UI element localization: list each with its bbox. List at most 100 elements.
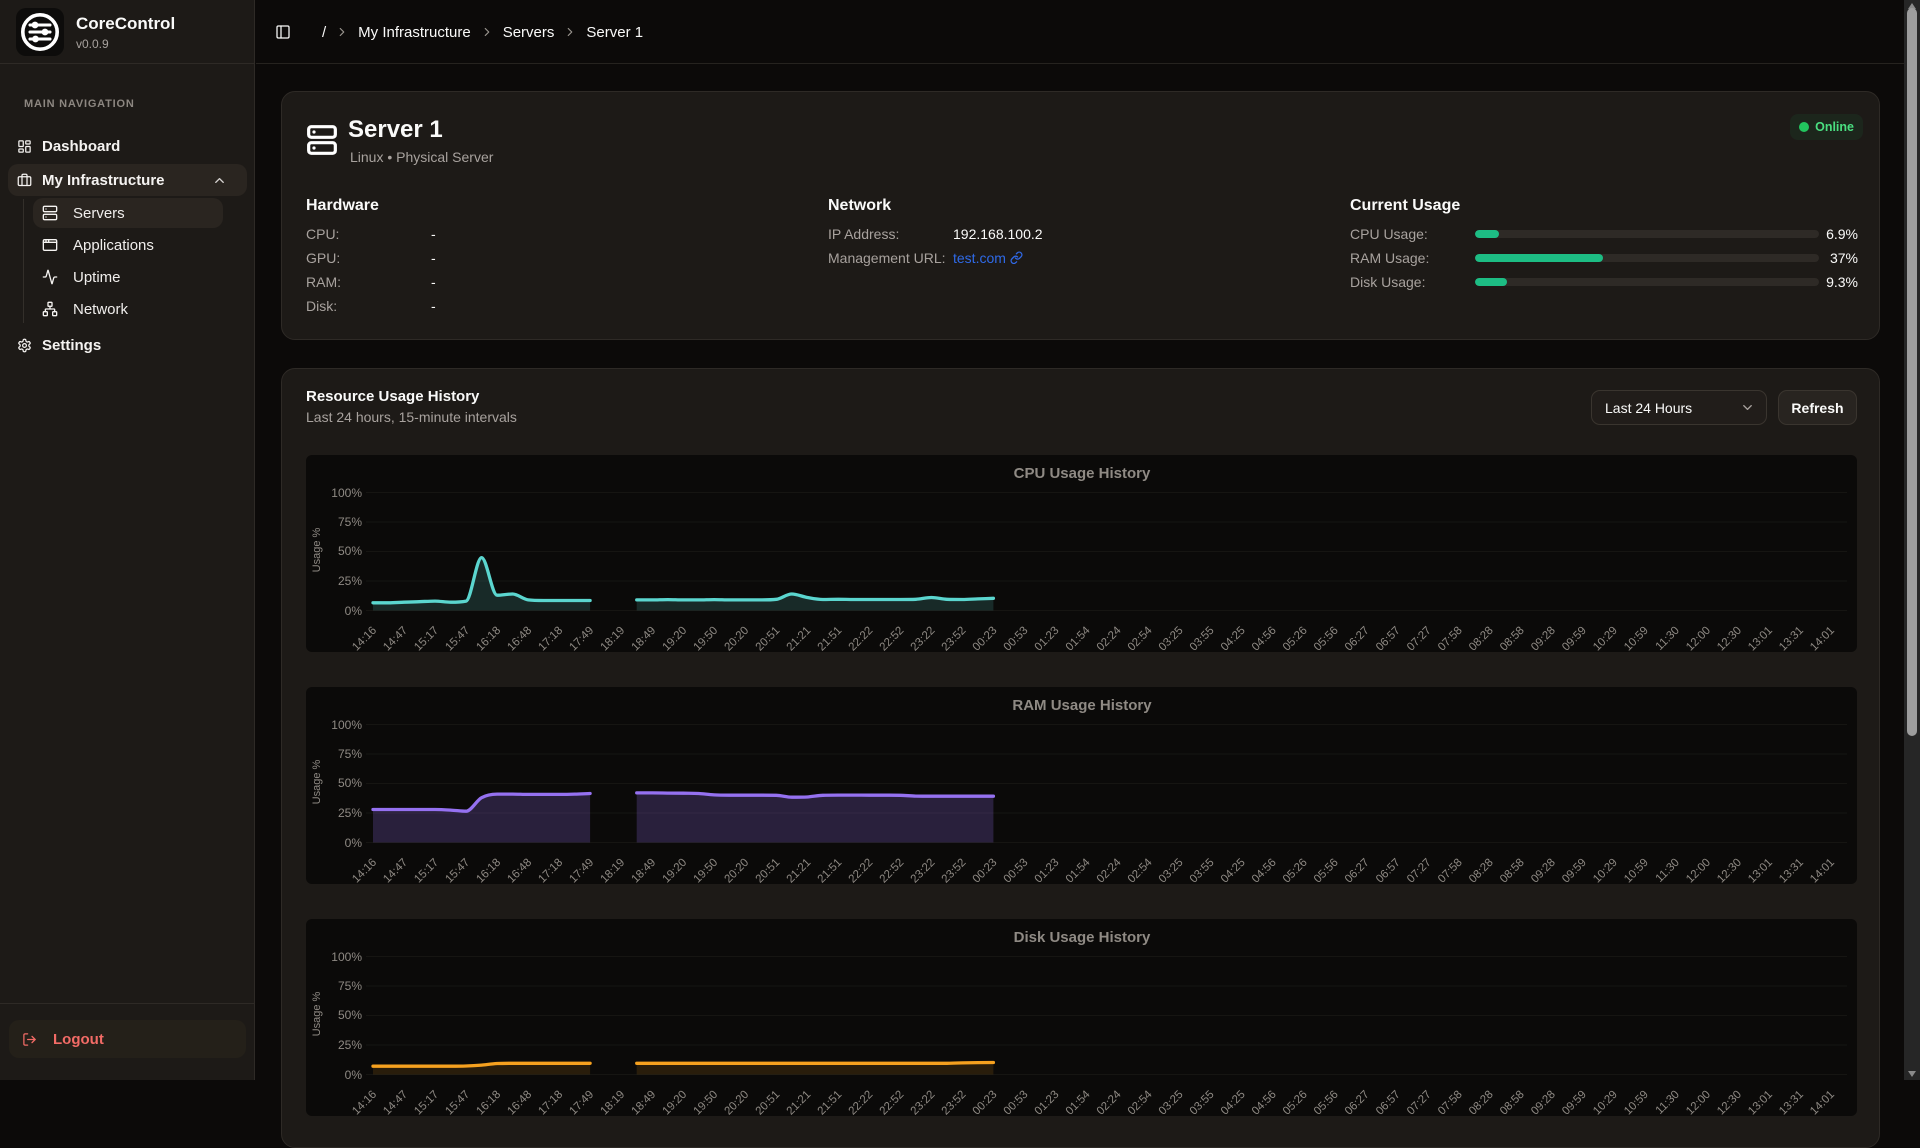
svg-text:50%: 50% — [338, 776, 362, 790]
svg-text:0%: 0% — [345, 604, 363, 618]
svg-text:19:20: 19:20 — [660, 1089, 689, 1116]
svg-text:22:52: 22:52 — [878, 1089, 907, 1116]
svg-text:14:47: 14:47 — [381, 1089, 410, 1116]
svg-text:20:20: 20:20 — [722, 1089, 751, 1116]
svg-text:18:19: 18:19 — [598, 857, 627, 884]
svg-text:23:52: 23:52 — [940, 625, 969, 652]
svg-text:20:20: 20:20 — [722, 857, 751, 884]
svg-text:14:16: 14:16 — [350, 1089, 379, 1116]
svg-text:11:30: 11:30 — [1654, 1089, 1682, 1116]
svg-text:10:29: 10:29 — [1591, 625, 1620, 652]
svg-text:05:56: 05:56 — [1312, 857, 1341, 884]
svg-text:06:27: 06:27 — [1343, 1089, 1372, 1116]
svg-text:04:56: 04:56 — [1250, 625, 1279, 652]
svg-text:07:58: 07:58 — [1436, 857, 1465, 884]
svg-text:13:01: 13:01 — [1746, 1089, 1775, 1116]
svg-text:22:22: 22:22 — [847, 857, 876, 884]
svg-text:17:18: 17:18 — [536, 857, 565, 884]
svg-text:Usage %: Usage % — [311, 991, 323, 1036]
svg-text:17:18: 17:18 — [536, 1089, 565, 1116]
svg-text:18:49: 18:49 — [629, 857, 658, 884]
svg-text:21:51: 21:51 — [816, 857, 845, 884]
svg-text:03:25: 03:25 — [1157, 1089, 1186, 1116]
svg-text:25%: 25% — [338, 1038, 362, 1052]
svg-text:15:47: 15:47 — [443, 625, 472, 652]
svg-text:01:54: 01:54 — [1064, 1088, 1093, 1116]
svg-text:06:57: 06:57 — [1374, 625, 1403, 652]
svg-text:14:01: 14:01 — [1808, 857, 1837, 884]
svg-text:75%: 75% — [338, 515, 362, 529]
svg-text:03:55: 03:55 — [1188, 1089, 1217, 1116]
svg-text:14:16: 14:16 — [350, 625, 379, 652]
svg-text:10:29: 10:29 — [1591, 1089, 1620, 1116]
svg-text:13:31: 13:31 — [1777, 1089, 1806, 1116]
svg-text:09:28: 09:28 — [1529, 1089, 1558, 1116]
svg-text:20:20: 20:20 — [722, 625, 751, 652]
svg-text:17:49: 17:49 — [567, 1089, 596, 1116]
svg-text:00:53: 00:53 — [1002, 857, 1031, 884]
svg-text:17:49: 17:49 — [567, 625, 596, 652]
svg-text:08:28: 08:28 — [1467, 1089, 1496, 1116]
svg-text:17:18: 17:18 — [536, 625, 565, 652]
svg-text:13:31: 13:31 — [1777, 625, 1806, 652]
svg-text:12:30: 12:30 — [1715, 1089, 1744, 1116]
svg-text:16:48: 16:48 — [505, 1089, 534, 1116]
svg-text:21:21: 21:21 — [785, 1089, 814, 1116]
svg-text:07:27: 07:27 — [1405, 857, 1434, 884]
svg-text:08:28: 08:28 — [1467, 857, 1496, 884]
svg-text:06:57: 06:57 — [1374, 857, 1403, 884]
svg-text:08:58: 08:58 — [1498, 625, 1527, 652]
svg-text:15:17: 15:17 — [412, 1089, 441, 1116]
svg-text:22:22: 22:22 — [847, 625, 876, 652]
svg-text:07:27: 07:27 — [1405, 1089, 1434, 1116]
svg-text:07:27: 07:27 — [1405, 625, 1434, 652]
svg-text:18:19: 18:19 — [598, 625, 627, 652]
svg-text:12:00: 12:00 — [1684, 857, 1713, 884]
svg-text:Usage %: Usage % — [311, 759, 323, 804]
svg-text:16:18: 16:18 — [474, 625, 503, 652]
svg-text:100%: 100% — [331, 486, 362, 500]
svg-text:17:49: 17:49 — [567, 857, 596, 884]
svg-text:CPU Usage History: CPU Usage History — [1014, 465, 1151, 482]
svg-text:12:30: 12:30 — [1715, 625, 1744, 652]
svg-text:50%: 50% — [338, 544, 362, 558]
svg-text:09:28: 09:28 — [1529, 857, 1558, 884]
svg-text:15:47: 15:47 — [443, 857, 472, 884]
svg-text:04:25: 04:25 — [1219, 857, 1248, 884]
svg-text:18:49: 18:49 — [629, 625, 658, 652]
svg-text:14:47: 14:47 — [381, 857, 410, 884]
svg-text:19:20: 19:20 — [660, 625, 689, 652]
svg-text:16:48: 16:48 — [505, 857, 534, 884]
svg-text:12:30: 12:30 — [1715, 857, 1744, 884]
svg-text:01:54: 01:54 — [1064, 856, 1093, 884]
svg-text:13:01: 13:01 — [1746, 857, 1775, 884]
svg-text:00:53: 00:53 — [1002, 625, 1031, 652]
svg-text:03:25: 03:25 — [1157, 857, 1186, 884]
svg-text:18:49: 18:49 — [629, 1089, 658, 1116]
svg-text:14:16: 14:16 — [350, 857, 379, 884]
svg-text:22:52: 22:52 — [878, 857, 907, 884]
svg-text:21:51: 21:51 — [816, 625, 845, 652]
svg-text:10:59: 10:59 — [1622, 857, 1651, 884]
svg-text:04:56: 04:56 — [1250, 1089, 1279, 1116]
svg-text:01:23: 01:23 — [1033, 625, 1062, 652]
svg-text:100%: 100% — [331, 950, 362, 964]
svg-text:21:21: 21:21 — [785, 857, 814, 884]
svg-text:16:18: 16:18 — [474, 857, 503, 884]
svg-text:01:23: 01:23 — [1033, 857, 1062, 884]
svg-text:05:26: 05:26 — [1281, 625, 1310, 652]
svg-text:19:50: 19:50 — [691, 625, 720, 652]
svg-text:10:59: 10:59 — [1622, 625, 1651, 652]
svg-text:02:54: 02:54 — [1126, 1088, 1155, 1116]
svg-text:08:58: 08:58 — [1498, 1089, 1527, 1116]
svg-text:14:01: 14:01 — [1808, 1089, 1837, 1116]
svg-text:Disk Usage History: Disk Usage History — [1014, 929, 1151, 946]
svg-text:06:27: 06:27 — [1343, 625, 1372, 652]
svg-text:19:20: 19:20 — [660, 857, 689, 884]
svg-text:02:24: 02:24 — [1095, 856, 1124, 884]
svg-text:04:56: 04:56 — [1250, 857, 1279, 884]
svg-text:01:54: 01:54 — [1064, 624, 1093, 652]
svg-text:19:50: 19:50 — [691, 857, 720, 884]
svg-text:00:53: 00:53 — [1002, 1089, 1031, 1116]
svg-text:100%: 100% — [331, 718, 362, 732]
